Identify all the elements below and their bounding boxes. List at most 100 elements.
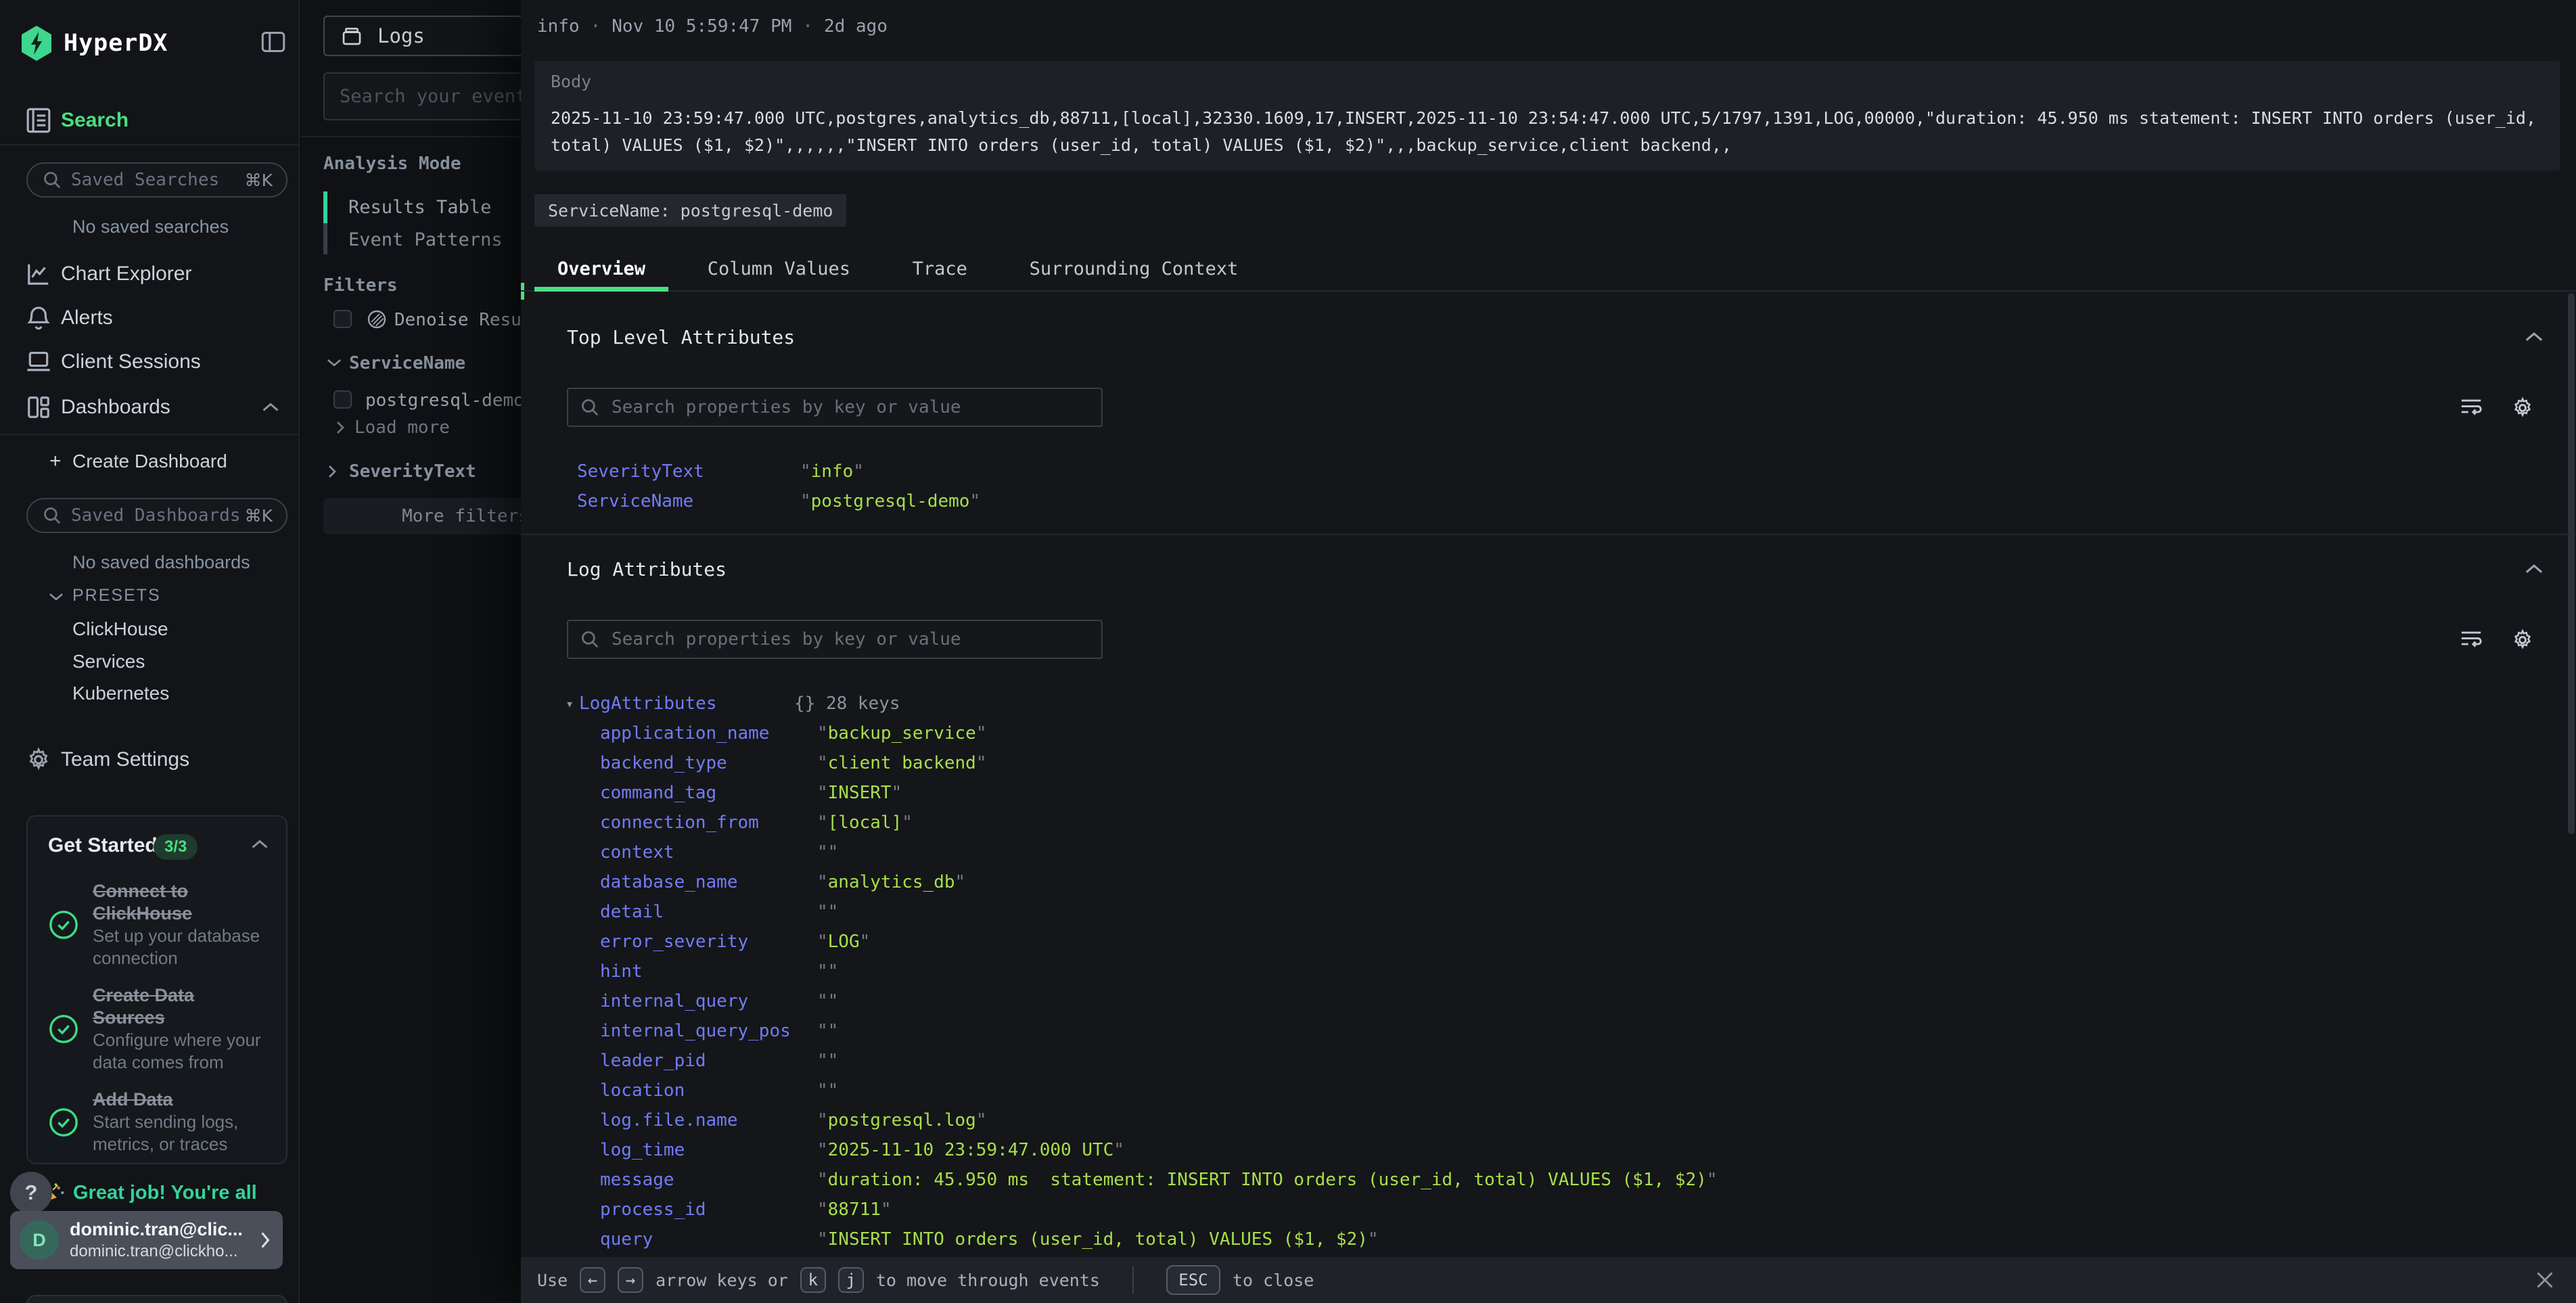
chevron-up-icon[interactable] <box>250 838 270 850</box>
close-icon[interactable] <box>2533 1268 2557 1292</box>
attribute-key[interactable]: application_name <box>600 723 817 744</box>
denoise-checkbox[interactable] <box>334 310 352 328</box>
preset-kubernetes[interactable]: Kubernetes <box>72 683 169 704</box>
filter-group-servicename[interactable]: ServiceName <box>349 353 465 373</box>
attribute-key[interactable]: hint <box>600 961 817 982</box>
settings-gear-icon[interactable] <box>2511 628 2534 652</box>
create-dashboard-button[interactable]: + Create Dashboard <box>0 445 300 478</box>
tab-surrounding-context[interactable]: Surrounding Context <box>1007 251 1262 290</box>
sidebar-collapse-icon[interactable] <box>261 31 285 53</box>
attribute-value[interactable]: analytics_db <box>817 872 965 892</box>
saved-searches-field[interactable] <box>71 170 245 190</box>
sidebar-item-dashboards[interactable]: Dashboards <box>0 390 300 425</box>
load-more-link[interactable]: Load more <box>354 417 450 438</box>
attribute-value[interactable] <box>817 902 838 922</box>
chevron-up-icon[interactable] <box>2523 562 2545 576</box>
help-button[interactable]: ? <box>10 1172 52 1214</box>
attribute-value[interactable]: postgresql.log <box>817 1110 986 1130</box>
attribute-key[interactable]: command_tag <box>600 783 817 803</box>
sidebar-item-client-sessions[interactable]: Client Sessions <box>0 344 300 380</box>
attribute-key[interactable]: process_id <box>600 1199 817 1220</box>
chevron-right-icon[interactable] <box>327 463 338 480</box>
attribute-key[interactable]: context <box>600 842 817 863</box>
attribute-value[interactable]: LOG <box>817 932 870 952</box>
attribute-key[interactable]: internal_query_pos <box>600 1021 817 1041</box>
log-attributes-search-input[interactable] <box>567 620 1103 659</box>
sidebar-item-team-settings[interactable]: Team Settings <box>0 743 300 778</box>
attribute-key[interactable]: backend_type <box>600 753 817 773</box>
mode-event-patterns[interactable]: Event Patterns <box>348 229 503 250</box>
attribute-key[interactable]: location <box>600 1080 817 1101</box>
tree-collapse-icon[interactable]: ▾ <box>566 695 579 712</box>
presets-toggle[interactable]: PRESETS <box>0 583 300 610</box>
top-level-search-field[interactable] <box>612 397 1101 417</box>
attribute-value[interactable] <box>817 961 838 982</box>
attribute-key[interactable]: leader_pid <box>600 1051 817 1071</box>
preset-services[interactable]: Services <box>72 651 145 672</box>
attribute-value[interactable]: info <box>800 461 864 482</box>
attribute-key[interactable]: internal_query <box>600 991 817 1011</box>
wrap-lines-icon[interactable] <box>2460 628 2483 652</box>
attribute-value[interactable]: client backend <box>817 753 986 773</box>
chevron-up-icon[interactable] <box>260 401 281 413</box>
attribute-key[interactable]: SeverityText <box>577 461 800 482</box>
attribute-key[interactable]: ServiceName <box>577 491 800 511</box>
attribute-key[interactable]: detail <box>600 902 817 922</box>
attribute-value[interactable]: 2025-11-10 23:59:47.000 UTC <box>817 1140 1124 1160</box>
attribute-value[interactable]: INSERT <box>817 783 902 803</box>
attribute-value[interactable]: backup_service <box>817 723 986 744</box>
sidebar-item-chart-explorer[interactable]: Chart Explorer <box>0 256 300 292</box>
attribute-key[interactable]: connection_from <box>600 813 817 833</box>
attribute-value[interactable]: INSERT INTO orders (user_id, total) VALU… <box>817 1229 1379 1250</box>
attribute-value[interactable] <box>817 1051 838 1071</box>
attribute-key[interactable]: query <box>600 1229 817 1250</box>
attribute-value[interactable] <box>817 1080 838 1101</box>
tab-trace[interactable]: Trace <box>890 251 990 290</box>
get-started-step-connect[interactable]: Connect to ClickHouse Set up your databa… <box>48 880 270 969</box>
tab-column-values[interactable]: Column Values <box>685 251 873 290</box>
attribute-key[interactable]: error_severity <box>600 932 817 952</box>
wrap-lines-icon[interactable] <box>2460 396 2483 419</box>
top-level-search-input[interactable] <box>567 388 1103 427</box>
scrollbar-thumb[interactable] <box>2568 293 2575 834</box>
sidebar-item-search[interactable]: Search <box>0 103 300 138</box>
filter-option-postgresql-demo[interactable]: postgresql-demo <box>365 390 524 411</box>
sidebar-item-alerts[interactable]: Alerts <box>0 300 300 336</box>
chevron-up-icon[interactable] <box>2523 330 2545 344</box>
chevron-down-icon[interactable] <box>325 357 343 368</box>
tree-root-key[interactable]: LogAttributes <box>579 693 717 714</box>
log-attributes-search-field[interactable] <box>612 629 1101 649</box>
step-title: Add Data <box>93 1089 270 1111</box>
chevron-right-icon[interactable] <box>335 419 346 436</box>
bottom-banner-partial[interactable] <box>26 1295 288 1303</box>
no-saved-dashboards-text: No saved dashboards <box>72 552 250 573</box>
get-started-step-add-data[interactable]: Add Data Start sending logs, metrics, or… <box>48 1089 270 1156</box>
attribute-key[interactable]: log_time <box>600 1140 817 1160</box>
attribute-value[interactable]: duration: 45.950 ms statement: INSERT IN… <box>817 1170 1718 1190</box>
attribute-value[interactable]: 88711 <box>817 1199 892 1220</box>
settings-gear-icon[interactable] <box>2511 396 2534 419</box>
saved-dashboards-field[interactable] <box>71 505 245 526</box>
filter-group-severitytext[interactable]: SeverityText <box>349 461 476 482</box>
sidebar-item-label: Dashboards <box>61 396 170 419</box>
saved-searches-input[interactable]: ⌘K <box>26 162 288 198</box>
get-started-step-sources[interactable]: Create Data Sources Configure where your… <box>48 984 270 1074</box>
postgresql-demo-checkbox[interactable] <box>334 390 352 409</box>
body-text[interactable]: 2025-11-10 23:59:47.000 UTC,postgres,ana… <box>551 105 2544 159</box>
attribute-value[interactable] <box>817 991 838 1011</box>
attribute-value[interactable] <box>817 842 838 863</box>
service-tag-chip[interactable]: ServiceName: postgresql-demo <box>534 194 846 227</box>
attribute-key[interactable]: message <box>600 1170 817 1190</box>
tab-overview[interactable]: Overview <box>534 251 668 290</box>
attribute-value[interactable]: postgresql-demo <box>800 491 980 511</box>
attribute-value[interactable] <box>817 1021 838 1041</box>
user-menu[interactable]: D dominic.tran@clic... dominic.tran@clic… <box>10 1211 283 1269</box>
attribute-key[interactable]: log.file.name <box>600 1110 817 1130</box>
attribute-value[interactable]: [local] <box>817 813 913 833</box>
attribute-key[interactable]: database_name <box>600 872 817 892</box>
mode-results-table[interactable]: Results Table <box>348 197 491 218</box>
brand[interactable]: HyperDX <box>20 26 168 61</box>
preset-clickhouse[interactable]: ClickHouse <box>72 618 168 640</box>
get-started-header[interactable]: Get Started 3/3 <box>28 817 286 865</box>
saved-dashboards-input[interactable]: ⌘K <box>26 498 288 533</box>
